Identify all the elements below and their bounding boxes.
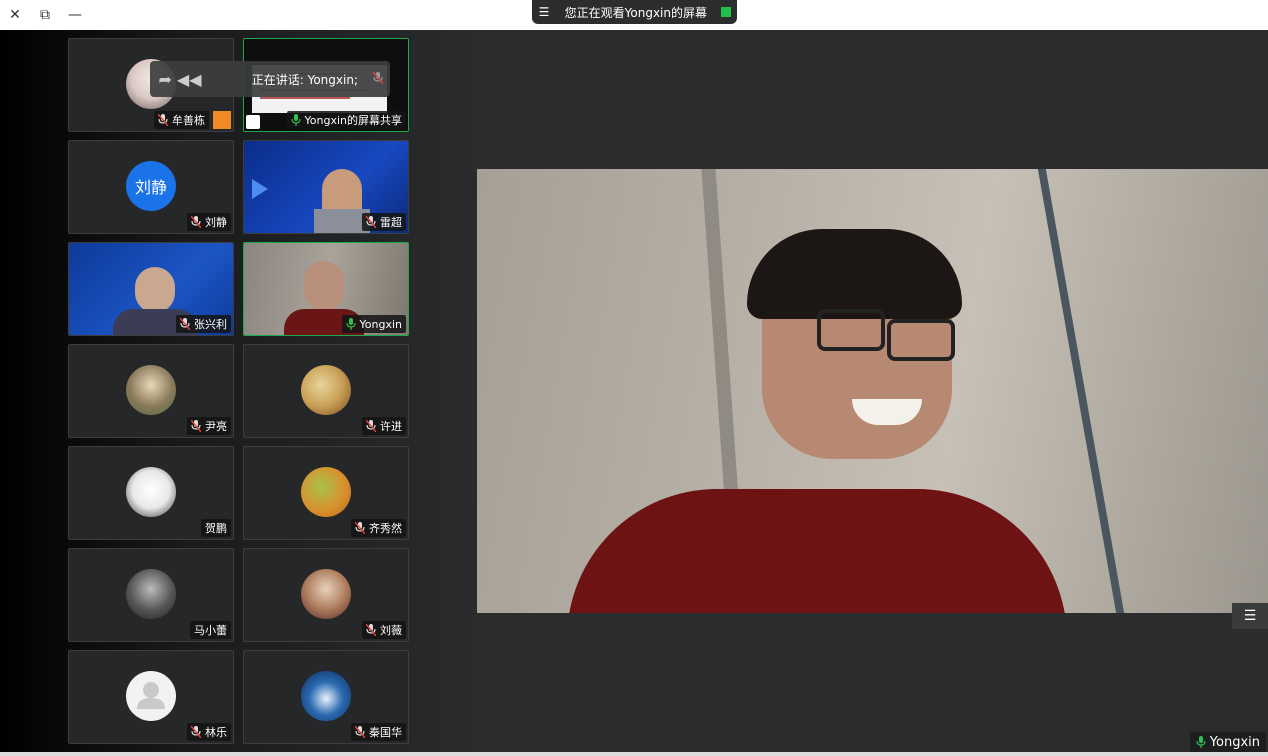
- participant-name: 贺鹏: [205, 522, 227, 535]
- participant-panel: Yongxin的屏幕共享 牟善栋 ➦ ◀◀ 正在讲话: Yongxin; 雷超 …: [0, 30, 477, 756]
- mic-muted-icon: [366, 71, 390, 87]
- participant-name-bar: 尹亮: [187, 417, 231, 435]
- participant-name: 雷超: [380, 216, 402, 229]
- speaking-text: 正在讲话: Yongxin;: [251, 72, 358, 87]
- mic-on-icon: [290, 114, 301, 126]
- participant-name: 许进: [380, 420, 402, 433]
- avatar: [126, 365, 176, 415]
- mic-muted-icon: [191, 420, 201, 432]
- participant-tile[interactable]: 许进: [243, 344, 409, 438]
- participant-tile[interactable]: 林乐: [68, 650, 234, 744]
- participant-tile[interactable]: 雷超: [243, 140, 409, 234]
- participant-name: 林乐: [205, 726, 227, 739]
- window-titlebar: ✕ ⧉ — ☰ 您正在观看Yongxin的屏幕: [0, 0, 1268, 30]
- mic-on-icon: [1196, 736, 1206, 748]
- pole: [1037, 169, 1125, 613]
- participant-tile[interactable]: 秦国华: [243, 650, 409, 744]
- share-arrow-icon[interactable]: ➦ ◀◀: [150, 70, 210, 89]
- participant-name: 齐秀然: [369, 522, 402, 535]
- restore-icon[interactable]: ⧉: [30, 0, 60, 30]
- list-menu-icon[interactable]: ☰: [1232, 603, 1268, 629]
- screen-share-text: 您正在观看Yongxin的屏幕: [564, 5, 707, 20]
- mic-muted-icon: [158, 114, 168, 126]
- participant-name-bar: 林乐: [187, 723, 231, 741]
- speaking-indicator: ➦ ◀◀ 正在讲话: Yongxin;: [150, 61, 390, 97]
- initials-avatar: 刘静: [126, 161, 176, 211]
- participant-name: 马小蕾: [194, 624, 227, 637]
- participant-name-bar: 许进: [362, 417, 406, 435]
- mic-muted-icon: [366, 216, 376, 228]
- bottom-strip: [0, 752, 1268, 756]
- person-face: [135, 267, 175, 313]
- mic-muted-icon: [180, 318, 190, 330]
- main-speaker-video[interactable]: [477, 169, 1268, 613]
- avatar: [301, 467, 351, 517]
- participant-name-bar: Yongxin: [341, 315, 406, 333]
- participant-tile[interactable]: 贺鹏: [68, 446, 234, 540]
- share-flag-icon: [721, 7, 731, 17]
- participant-tile[interactable]: 张兴利: [68, 242, 234, 336]
- avatar: [126, 467, 176, 517]
- participant-name-bar: 张兴利: [176, 315, 231, 333]
- avatar: [301, 569, 351, 619]
- participant-tile[interactable]: 刘静 刘静: [68, 140, 234, 234]
- participant-tile[interactable]: 尹亮: [68, 344, 234, 438]
- participant-name: Yongxin: [359, 317, 402, 331]
- avatar: [126, 569, 176, 619]
- participant-name: Yongxin的屏幕共享: [304, 114, 402, 127]
- participant-name-bar: 牟善栋: [154, 111, 209, 129]
- mic-muted-icon: [191, 726, 201, 738]
- person-face: [304, 261, 344, 311]
- play-shape: [252, 179, 268, 199]
- person-hair: [747, 229, 962, 319]
- participant-name-bar: 秦国华: [351, 723, 406, 741]
- screen-share-banner[interactable]: ☰ 您正在观看Yongxin的屏幕: [532, 0, 737, 24]
- close-icon[interactable]: ✕: [0, 0, 30, 30]
- participant-name-bar: 马小蕾: [190, 621, 231, 639]
- person-shirt: [567, 489, 1067, 613]
- participant-name-bar: 齐秀然: [351, 519, 406, 537]
- main-video-pane: ☰ Yongxin: [477, 30, 1268, 756]
- participant-name-bar: Yongxin的屏幕共享: [286, 111, 406, 129]
- mic-muted-icon: [355, 522, 365, 534]
- participant-name-bar: 贺鹏: [201, 519, 231, 537]
- glasses-right-lens: [887, 319, 955, 361]
- avatar: [301, 671, 351, 721]
- default-avatar-icon: [126, 671, 176, 721]
- mic-muted-icon: [355, 726, 365, 738]
- participant-tile[interactable]: 马小蕾: [68, 548, 234, 642]
- mic-muted-icon: [366, 624, 376, 636]
- participant-name: 尹亮: [205, 420, 227, 433]
- participant-name: 刘薇: [380, 624, 402, 637]
- main-speaker-name-bar: Yongxin: [1189, 732, 1266, 752]
- participant-name-bar: 刘薇: [362, 621, 406, 639]
- participant-tile[interactable]: 齐秀然: [243, 446, 409, 540]
- mic-muted-icon: [366, 420, 376, 432]
- participant-tile[interactable]: Yongxin: [243, 242, 409, 336]
- participant-name: 刘静: [205, 216, 227, 229]
- host-icon: [213, 111, 231, 129]
- menu-icon[interactable]: ☰: [532, 5, 556, 19]
- participant-name: 牟善栋: [172, 114, 205, 127]
- participant-tile[interactable]: 刘薇: [243, 548, 409, 642]
- main-speaker-name: Yongxin: [1209, 734, 1260, 750]
- mic-on-icon: [345, 318, 356, 330]
- mic-muted-icon: [191, 216, 201, 228]
- participant-name-bar: 雷超: [362, 213, 406, 231]
- glasses-left-lens: [817, 309, 885, 351]
- minimize-icon[interactable]: —: [60, 0, 90, 30]
- participant-name: 秦国华: [369, 726, 402, 739]
- participant-name: 张兴利: [194, 318, 227, 331]
- avatar: [301, 365, 351, 415]
- participant-name-bar: 刘静: [187, 213, 231, 231]
- screen-share-icon: [246, 115, 260, 129]
